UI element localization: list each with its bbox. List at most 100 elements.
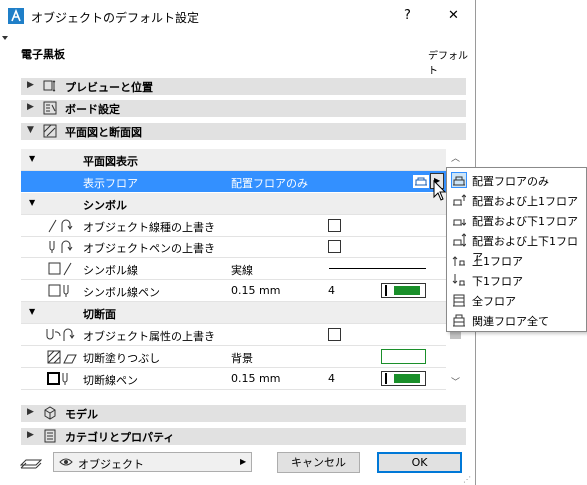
library-part-name: 電子黒板 [21,48,65,61]
collapse-arrow-icon: ▼ [29,154,36,163]
subsection-label: シンボル [83,199,127,212]
pen-number: 4 [328,372,335,385]
dropdown-item-label: 配置フロアのみ [472,175,549,188]
section-model[interactable]: ▶ モデル [21,405,466,422]
close-button[interactable]: ✕ [448,8,459,23]
collapse-arrow-icon: ▼ [27,125,34,135]
collapse-arrow-icon: ▼ [29,307,36,316]
symbol-pen-row[interactable]: シンボル線ペン 0.15 mm 4 [21,280,446,302]
one-up-icon [452,256,465,266]
fill-preview-swatch[interactable] [381,349,426,364]
preview-position-icon [43,80,56,92]
dropdown-item-label: 上1フロア [472,255,523,268]
show-on-stories-row[interactable]: 表示フロア 配置フロアのみ ▶ [21,171,446,192]
attribute-override-icon [46,328,75,341]
stories-icon [413,175,429,188]
dropdown-item-label: 配置および上1フロア [472,195,578,208]
row-label: シンボル線 [83,264,138,277]
row-label: 切断塗りつぶし [83,352,161,365]
cut-fill-icon [47,350,77,364]
layer-value: オブジェクト [78,458,144,471]
home-story-icon [451,172,467,188]
pen-weight: 0.15 mm [231,372,281,385]
help-button[interactable]: ? [404,8,411,23]
cut-fill-row[interactable]: 切断塗りつぶし 背景 [21,346,446,368]
cut-pen-row[interactable]: 切断線ペン 0.15 mm 4 [21,368,446,390]
layer-icon [20,459,42,469]
dropdown-item-label: 下1フロア [472,275,523,288]
home-up-down-icon [453,233,466,247]
subsection-label: 平面図表示 [83,155,138,168]
eye-icon [59,458,73,466]
expand-arrow-icon: ▶ [27,102,34,112]
cancel-button[interactable]: キャンセル [277,452,360,473]
dropdown-item-home-and-one-up[interactable]: 配置および上1フロア [447,190,586,210]
dropdown-item-one-up[interactable]: 上1フロア [447,250,586,270]
override-line-type-checkbox[interactable] [328,219,341,232]
override-line-type-row[interactable]: オブジェクト線種の上書き [21,215,446,237]
one-down-icon [452,274,465,286]
all-stories-icon [453,294,465,307]
row-label: オブジェクト線種の上書き [83,221,215,234]
row-value: 実線 [231,264,253,277]
pen-weight: 0.15 mm [231,284,281,297]
settings-dialog: オブジェクトのデフォルト設定 ? ✕ 電子黒板 デフォルト ▶ プレビューと位置… [0,0,476,485]
panel-collapse-icon[interactable] [2,36,8,40]
row-label: オブジェクト属性の上書き [83,330,215,343]
section-label: プレビューと位置 [65,81,153,94]
dropdown-item-label: 配置および下1フロア [472,215,578,228]
section-floor-plan-and-section[interactable]: ▼ 平面図と断面図 [21,123,466,140]
subsection-symbol[interactable]: ▼ シンボル [21,193,446,215]
scroll-up-icon[interactable]: ︿ [451,151,460,164]
dropdown-item-one-down[interactable]: 下1フロア [447,270,586,290]
floor-plan-section-icon [43,124,57,138]
relevant-stories-icon [453,314,465,327]
layer-selector[interactable]: オブジェクト ▶ [53,452,252,472]
expand-arrow-icon: ▶ [27,430,34,440]
override-pen-row[interactable]: オブジェクトペンの上書き [21,236,446,258]
dropdown-item-all-relevant-stories[interactable]: 関連フロア全て [447,310,586,330]
section-board-settings[interactable]: ▶ ボード設定 [21,100,466,117]
dropdown-item-label: 関連フロア全て [472,315,549,328]
row-label: オブジェクトペンの上書き [83,242,215,255]
board-settings-icon [43,101,57,115]
solid-line-preview [329,268,426,269]
symbol-line-row[interactable]: シンボル線 実線 [21,258,446,280]
row-label: シンボル線ペン [83,286,160,299]
title-bar: オブジェクトのデフォルト設定 ? ✕ [0,0,476,32]
chevron-right-icon: ▶ [240,457,247,466]
row-value: 背景 [231,352,253,365]
pen-number: 4 [328,284,335,297]
mouse-cursor-icon [433,180,447,201]
resize-grip-icon[interactable]: ⋰ [463,475,471,484]
override-pen-checkbox[interactable] [328,240,341,253]
ok-button[interactable]: OK [377,452,462,473]
cut-pen-icon [47,372,68,385]
subsection-label: 切断面 [83,308,116,321]
subsection-floor-plan-display[interactable]: ▼ 平面図表示 [21,149,446,171]
app-logo-icon [8,8,24,24]
line-override-icon [48,219,73,233]
subsection-cut-surface[interactable]: ▼ 切断面 [21,302,446,324]
model-cube-icon [44,406,56,420]
dropdown-item-home-story-only[interactable]: 配置フロアのみ [447,170,586,190]
section-categories-properties[interactable]: ▶ カテゴリとプロパティ [21,428,466,445]
row-value: 配置フロアのみ [231,177,308,190]
dropdown-item-label: 全フロア [472,295,516,308]
dropdown-item-home-and-one-down[interactable]: 配置および下1フロア [447,210,586,230]
expand-arrow-icon: ▶ [27,80,34,90]
section-preview-and-positioning[interactable]: ▶ プレビューと位置 [21,78,466,95]
override-attributes-checkbox[interactable] [328,328,341,341]
home-one-up-icon [453,194,466,206]
pen-color-swatch[interactable] [381,371,426,386]
collapse-arrow-icon: ▼ [29,198,36,207]
symbol-line-icon [48,262,72,276]
section-label: ボード設定 [65,103,120,116]
dropdown-item-all-stories[interactable]: 全フロア [447,290,586,310]
scroll-down-icon[interactable]: ﹀ [451,375,460,388]
dropdown-item-home-and-one-up-down[interactable]: 配置および上下1フロア [447,230,586,264]
window-title: オブジェクトのデフォルト設定 [31,11,200,25]
pen-color-swatch[interactable] [381,283,426,298]
expand-arrow-icon: ▶ [27,407,34,417]
override-attributes-row[interactable]: オブジェクト属性の上書き [21,324,446,346]
